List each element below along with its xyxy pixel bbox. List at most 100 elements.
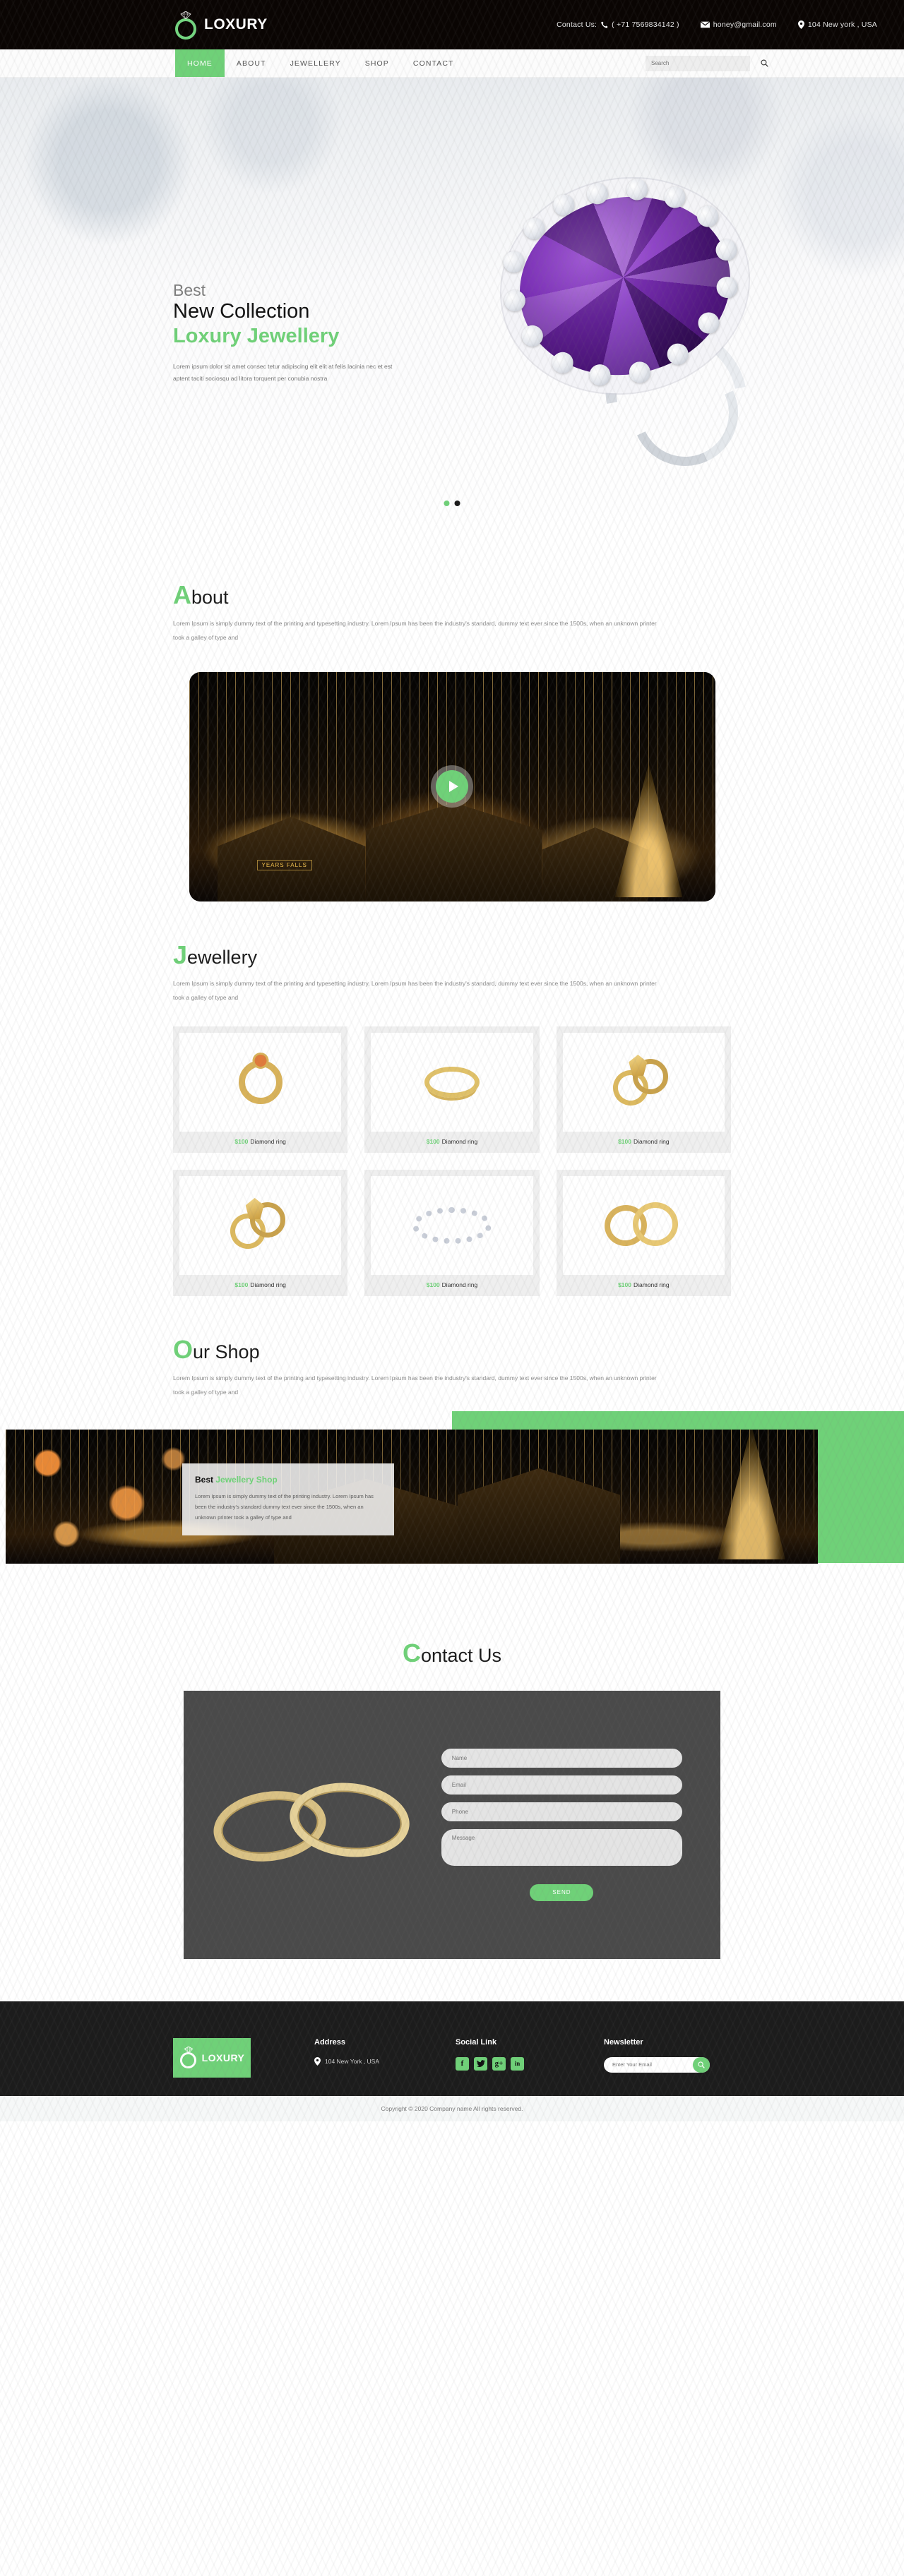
- newsletter-submit-button[interactable]: [693, 2056, 710, 2073]
- hero-title: New Collection: [173, 300, 310, 323]
- product-card[interactable]: $100 Diamond ring: [364, 1169, 540, 1296]
- search-icon: [760, 59, 768, 67]
- contact-form: SEND: [441, 1748, 720, 1901]
- contact-image: [184, 1777, 441, 1871]
- facebook-icon[interactable]: f: [456, 2056, 469, 2071]
- phone-icon: [601, 21, 608, 28]
- footer-address-text: 104 New York , USA: [325, 2057, 380, 2065]
- shop-overlay-title: Best Jewellery Shop: [195, 1475, 381, 1485]
- hero-subtitle: Loxury Jewellery: [173, 325, 340, 348]
- twitter-icon[interactable]: [474, 2056, 487, 2071]
- diamond-ring-icon: [179, 2046, 198, 2070]
- nav-item-shop[interactable]: SHOP: [353, 49, 401, 77]
- search-box[interactable]: [646, 55, 768, 71]
- contact-heading-rest: ontact Us: [420, 1644, 502, 1666]
- jewellery-heading-cap: J: [173, 940, 188, 969]
- phone-field[interactable]: [441, 1802, 682, 1821]
- footer-newsletter-heading: Newsletter: [604, 2037, 643, 2047]
- nav-item-about[interactable]: ABOUT: [225, 49, 278, 77]
- slider-dot-1[interactable]: [444, 501, 450, 506]
- product-image: [562, 1175, 725, 1275]
- shop-overlay-paragraph: Lorem Ipsum is simply dummy text of the …: [195, 1492, 374, 1521]
- email-address: honey@gmail.com: [713, 20, 777, 29]
- email-contact[interactable]: honey@gmail.com: [700, 20, 777, 29]
- footer-logo[interactable]: LOXURY: [173, 2037, 251, 2078]
- product-price: $100: [618, 1281, 631, 1288]
- email-field[interactable]: [441, 1775, 682, 1795]
- product-image: [371, 1032, 533, 1132]
- hero-eyebrow: Best: [173, 281, 206, 299]
- message-field[interactable]: [441, 1828, 682, 1866]
- footer-logo-column: LOXURY: [173, 2037, 286, 2078]
- contact-section: Contact Us SEND: [0, 1590, 904, 2001]
- gem-ring-pair-icon: [608, 1054, 675, 1110]
- hero-ring-photo: [498, 176, 802, 492]
- contact-heading-cap: C: [402, 1638, 421, 1667]
- product-image: [371, 1175, 533, 1275]
- shop-overlay-title-green: Jewellery Shop: [215, 1474, 278, 1485]
- product-name: Diamond ring: [634, 1281, 670, 1288]
- footer-address-column: Address 104 New York , USA: [314, 2038, 427, 2078]
- product-card[interactable]: $100 Diamond ring: [364, 1026, 540, 1153]
- footer-address-heading: Address: [314, 2037, 346, 2047]
- product-label: $100 Diamond ring: [563, 1275, 725, 1296]
- about-paragraph: Lorem Ipsum is simply dummy text of the …: [173, 620, 657, 641]
- product-price: $100: [234, 1281, 249, 1288]
- footer-social-heading: Social Link: [456, 2037, 497, 2047]
- product-card[interactable]: $100 Diamond ring: [556, 1026, 731, 1153]
- contact-card: SEND: [184, 1690, 720, 1959]
- twitter-bird-icon: [476, 2060, 485, 2068]
- play-icon[interactable]: [436, 770, 468, 803]
- diamond-gem-icon: [180, 11, 191, 19]
- footer-newsletter-column: Newsletter: [604, 2038, 710, 2078]
- map-pin-icon: [314, 2056, 321, 2066]
- site-footer: LOXURY Address 104 New York , USA Social…: [0, 2001, 904, 2096]
- top-bar: LOXURY Contact Us: ( +71 7569834142 ) ho…: [0, 0, 904, 49]
- hero-paragraph: Lorem ipsum dolor sit amet consec tetur …: [173, 363, 393, 382]
- about-heading-rest: bout: [191, 587, 229, 608]
- product-card[interactable]: $100 Diamond ring: [173, 1169, 348, 1296]
- product-price: $100: [426, 1281, 440, 1288]
- product-grid: $100 Diamond ring $100 Diamond ring $100 Di…: [173, 1026, 731, 1296]
- hero-banner: Best New Collection Loxury Jewellery Lor…: [0, 78, 904, 540]
- linkedin-icon[interactable]: in: [511, 2056, 524, 2071]
- contact-strip: Contact Us: ( +71 7569834142 ) honey@gma…: [557, 20, 877, 29]
- product-price: $100: [234, 1137, 249, 1145]
- jewellery-paragraph: Lorem Ipsum is simply dummy text of the …: [173, 979, 657, 1001]
- address-text: 104 New york , USA: [807, 20, 877, 29]
- envelope-icon: [700, 21, 710, 28]
- video-caption: YEARS FALLS: [256, 859, 312, 870]
- phone-contact[interactable]: Contact Us: ( +71 7569834142 ): [557, 20, 679, 29]
- google-plus-icon[interactable]: g+: [492, 2056, 506, 2071]
- nav-item-contact[interactable]: CONTACT: [401, 49, 466, 77]
- shop-section: Our Shop Lorem Ipsum is simply dummy tex…: [0, 1296, 904, 1400]
- newsletter-input[interactable]: [612, 2061, 689, 2068]
- jewellery-heading-rest: ewellery: [187, 946, 258, 968]
- address-contact[interactable]: 104 New york , USA: [797, 20, 877, 29]
- product-label: $100 Diamond ring: [179, 1275, 341, 1296]
- search-button[interactable]: [757, 56, 771, 71]
- shop-heading: Our Shop: [173, 1336, 731, 1362]
- send-button[interactable]: SEND: [530, 1883, 594, 1901]
- slider-dot-2[interactable]: [454, 501, 460, 506]
- about-heading-cap: A: [173, 580, 191, 609]
- about-video-card[interactable]: YEARS FALLS: [189, 671, 715, 901]
- main-navigation: HOME ABOUT JEWELLERY SHOP CONTACT: [0, 49, 904, 78]
- brand-name: LOXURY: [204, 16, 268, 32]
- nav-item-home[interactable]: HOME: [175, 49, 225, 77]
- product-label: $100 Diamond ring: [563, 1132, 725, 1153]
- name-field[interactable]: [441, 1748, 682, 1768]
- newsletter-form[interactable]: [604, 2056, 710, 2073]
- nav-item-jewellery[interactable]: JEWELLERY: [278, 49, 353, 77]
- site-logo[interactable]: LOXURY: [174, 10, 268, 40]
- hero-slider-dots[interactable]: [444, 501, 460, 506]
- product-label: $100 Diamond ring: [371, 1275, 533, 1296]
- about-section: About Lorem Ipsum is simply dummy text o…: [0, 540, 904, 901]
- product-card[interactable]: $100 Diamond ring: [173, 1026, 348, 1153]
- footer-columns: LOXURY Address 104 New York , USA Social…: [173, 2037, 731, 2078]
- product-card[interactable]: $100 Diamond ring: [556, 1169, 731, 1296]
- shop-heading-rest: ur Shop: [193, 1341, 260, 1362]
- search-input[interactable]: [651, 60, 744, 66]
- copyright-text: Copyright © 2020 Company name All rights…: [381, 2104, 523, 2112]
- gemstone-ring-icon: [238, 1060, 282, 1104]
